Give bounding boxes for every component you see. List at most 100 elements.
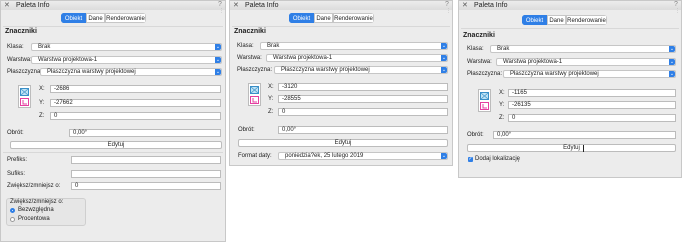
chevron-down-icon: ⌄ xyxy=(215,57,221,63)
resize-grip-icon[interactable]: ⋮ xyxy=(219,9,224,14)
tab-dane[interactable]: Dane xyxy=(86,13,105,23)
obrot-input[interactable]: 0,00° xyxy=(69,129,221,137)
window-title: Paleta Info xyxy=(245,2,279,9)
chevron-down-icon: ⌄ xyxy=(215,69,221,75)
tab-bar: Obiekt Dane Renderowanie xyxy=(289,13,374,23)
layer-link-icon xyxy=(20,98,29,106)
help-icon[interactable]: ? xyxy=(445,1,449,8)
y-label: Y: xyxy=(499,102,505,108)
format-daty-select[interactable]: poniedzia?ek, 25 lutego 2019 ⌄ xyxy=(278,152,448,160)
obrot-input[interactable]: 0,00° xyxy=(278,126,448,134)
edytuj-button[interactable]: Edytuj xyxy=(238,139,448,147)
plaszczyzna-label: Płaszczyzna: xyxy=(7,69,43,75)
edytuj-button[interactable]: Edytuj xyxy=(467,144,676,152)
tab-bar: Obiekt Dane Renderowanie xyxy=(61,13,146,23)
tab-renderowanie[interactable]: Renderowanie xyxy=(566,15,607,25)
tab-obiekt[interactable]: Obiekt xyxy=(522,15,547,25)
x-input[interactable]: -1165 xyxy=(508,89,676,97)
procentowa-label: Procentowa xyxy=(18,216,50,222)
tab-dane[interactable]: Dane xyxy=(547,15,566,25)
sufiks-input[interactable] xyxy=(71,170,221,178)
plaszczyzna-label: Płaszczyzna: xyxy=(467,71,503,77)
klasa-label: Klasa: xyxy=(7,44,24,50)
x-input[interactable]: -3120 xyxy=(278,83,448,91)
z-label: Z: xyxy=(268,109,274,115)
warstwa-select[interactable]: Warstwa projektowa-1 ⌄ xyxy=(31,56,222,64)
position-anchor-box[interactable] xyxy=(478,89,491,112)
bezwzgledna-radio[interactable] xyxy=(10,208,15,213)
plaszczyzna-select[interactable]: Płaszczyzna warstwy projektowej ⌄ xyxy=(503,70,676,78)
klasa-select[interactable]: Brak ⌄ xyxy=(31,43,222,51)
help-icon[interactable]: ? xyxy=(218,1,222,8)
obrot-label: Obrót: xyxy=(238,127,255,133)
prefiks-input[interactable] xyxy=(71,156,221,164)
z-input[interactable]: 0 xyxy=(508,114,676,122)
title-bar[interactable]: ✕ Paleta Info ? xyxy=(459,1,681,10)
tab-renderowanie[interactable]: Renderowanie xyxy=(333,13,374,23)
info-palette-2: ✕ Paleta Info ? ⋮ Obiekt Dane Renderowan… xyxy=(229,0,453,166)
divider xyxy=(232,26,450,27)
plaszczyzna-select[interactable]: Płaszczyzna warstwy projektowej ⌄ xyxy=(274,66,448,74)
edytuj-button[interactable]: Edytuj xyxy=(10,141,222,149)
z-input[interactable]: 0 xyxy=(50,112,221,120)
chevron-down-icon: ⌄ xyxy=(215,44,221,50)
dodaj-lokalizacje-checkbox[interactable]: ✓ xyxy=(468,157,473,162)
z-input[interactable]: 0 xyxy=(278,108,448,116)
dodaj-lokalizacje-label: Dodaj lokalizację xyxy=(475,156,521,162)
divider xyxy=(461,28,679,29)
procentowa-radio[interactable] xyxy=(10,217,15,222)
section-title: Znaczniki xyxy=(5,28,37,35)
increment-group-title: Zwiększ/zmniejsz o: xyxy=(10,199,64,205)
klasa-label: Klasa: xyxy=(467,46,484,52)
close-icon[interactable]: ✕ xyxy=(233,2,239,9)
increment-mode-group: Zwiększ/zmniejsz o: Bezwzględna Procento… xyxy=(6,198,86,226)
position-anchor-box[interactable] xyxy=(248,83,261,106)
warstwa-select[interactable]: Warstwa projektowa-1 ⌄ xyxy=(266,54,448,62)
format-daty-label: Format daty: xyxy=(238,153,272,159)
x-input[interactable]: -2686 xyxy=(50,85,221,93)
y-label: Y: xyxy=(268,96,274,102)
section-title: Znaczniki xyxy=(234,28,266,35)
y-input[interactable]: -27662 xyxy=(50,99,221,107)
y-input[interactable]: -28555 xyxy=(278,95,448,103)
position-anchor-icon xyxy=(250,86,259,94)
y-label: Y: xyxy=(39,100,45,106)
obrot-input[interactable]: 0,00° xyxy=(493,131,676,139)
chevron-down-icon: ⌄ xyxy=(669,46,675,52)
position-anchor-box[interactable] xyxy=(18,85,31,108)
y-input[interactable]: -26135 xyxy=(508,101,676,109)
section-title: Znaczniki xyxy=(463,32,495,39)
x-label: X: xyxy=(268,84,274,90)
tab-obiekt[interactable]: Obiekt xyxy=(61,13,86,23)
obrot-label: Obrót: xyxy=(7,130,24,136)
warstwa-select[interactable]: Warstwa projektowa-1 ⌄ xyxy=(496,58,676,66)
chevron-down-icon: ⌄ xyxy=(441,43,447,49)
tab-dane[interactable]: Dane xyxy=(314,13,333,23)
bezwzgledna-label: Bezwzględna xyxy=(18,207,54,213)
zwieksz-label: Zwiększ/zmniejsz o: xyxy=(7,183,61,189)
zwieksz-input[interactable]: 0 xyxy=(71,182,221,190)
chevron-down-icon: ⌄ xyxy=(441,67,447,73)
resize-grip-icon[interactable]: ⋮ xyxy=(675,9,680,14)
tab-renderowanie[interactable]: Renderowanie xyxy=(105,13,146,23)
plaszczyzna-select[interactable]: Płaszczyzna warstwy projektowej ⌄ xyxy=(40,68,222,76)
klasa-select[interactable]: Brak ⌄ xyxy=(490,45,676,53)
help-icon[interactable]: ? xyxy=(674,1,678,8)
title-bar[interactable]: ✕ Paleta Info ? xyxy=(230,1,452,10)
close-icon[interactable]: ✕ xyxy=(4,2,10,9)
warstwa-label: Warstwa: xyxy=(7,57,32,63)
tab-obiekt[interactable]: Obiekt xyxy=(289,13,314,23)
sufiks-label: Sufiks: xyxy=(7,171,26,177)
obrot-label: Obrót: xyxy=(467,132,484,138)
klasa-label: Klasa: xyxy=(237,43,254,49)
tab-bar: Obiekt Dane Renderowanie xyxy=(522,15,607,25)
chevron-down-icon: ⌄ xyxy=(441,153,447,159)
chevron-down-icon: ⌄ xyxy=(669,71,675,77)
x-label: X: xyxy=(39,86,45,92)
klasa-select[interactable]: Brak ⌄ xyxy=(260,42,448,50)
close-icon[interactable]: ✕ xyxy=(462,2,468,9)
title-bar[interactable]: ✕ Paleta Info ? xyxy=(1,1,225,10)
resize-grip-icon[interactable]: ⋮ xyxy=(446,9,451,14)
position-anchor-icon xyxy=(480,92,489,100)
x-label: X: xyxy=(499,90,505,96)
